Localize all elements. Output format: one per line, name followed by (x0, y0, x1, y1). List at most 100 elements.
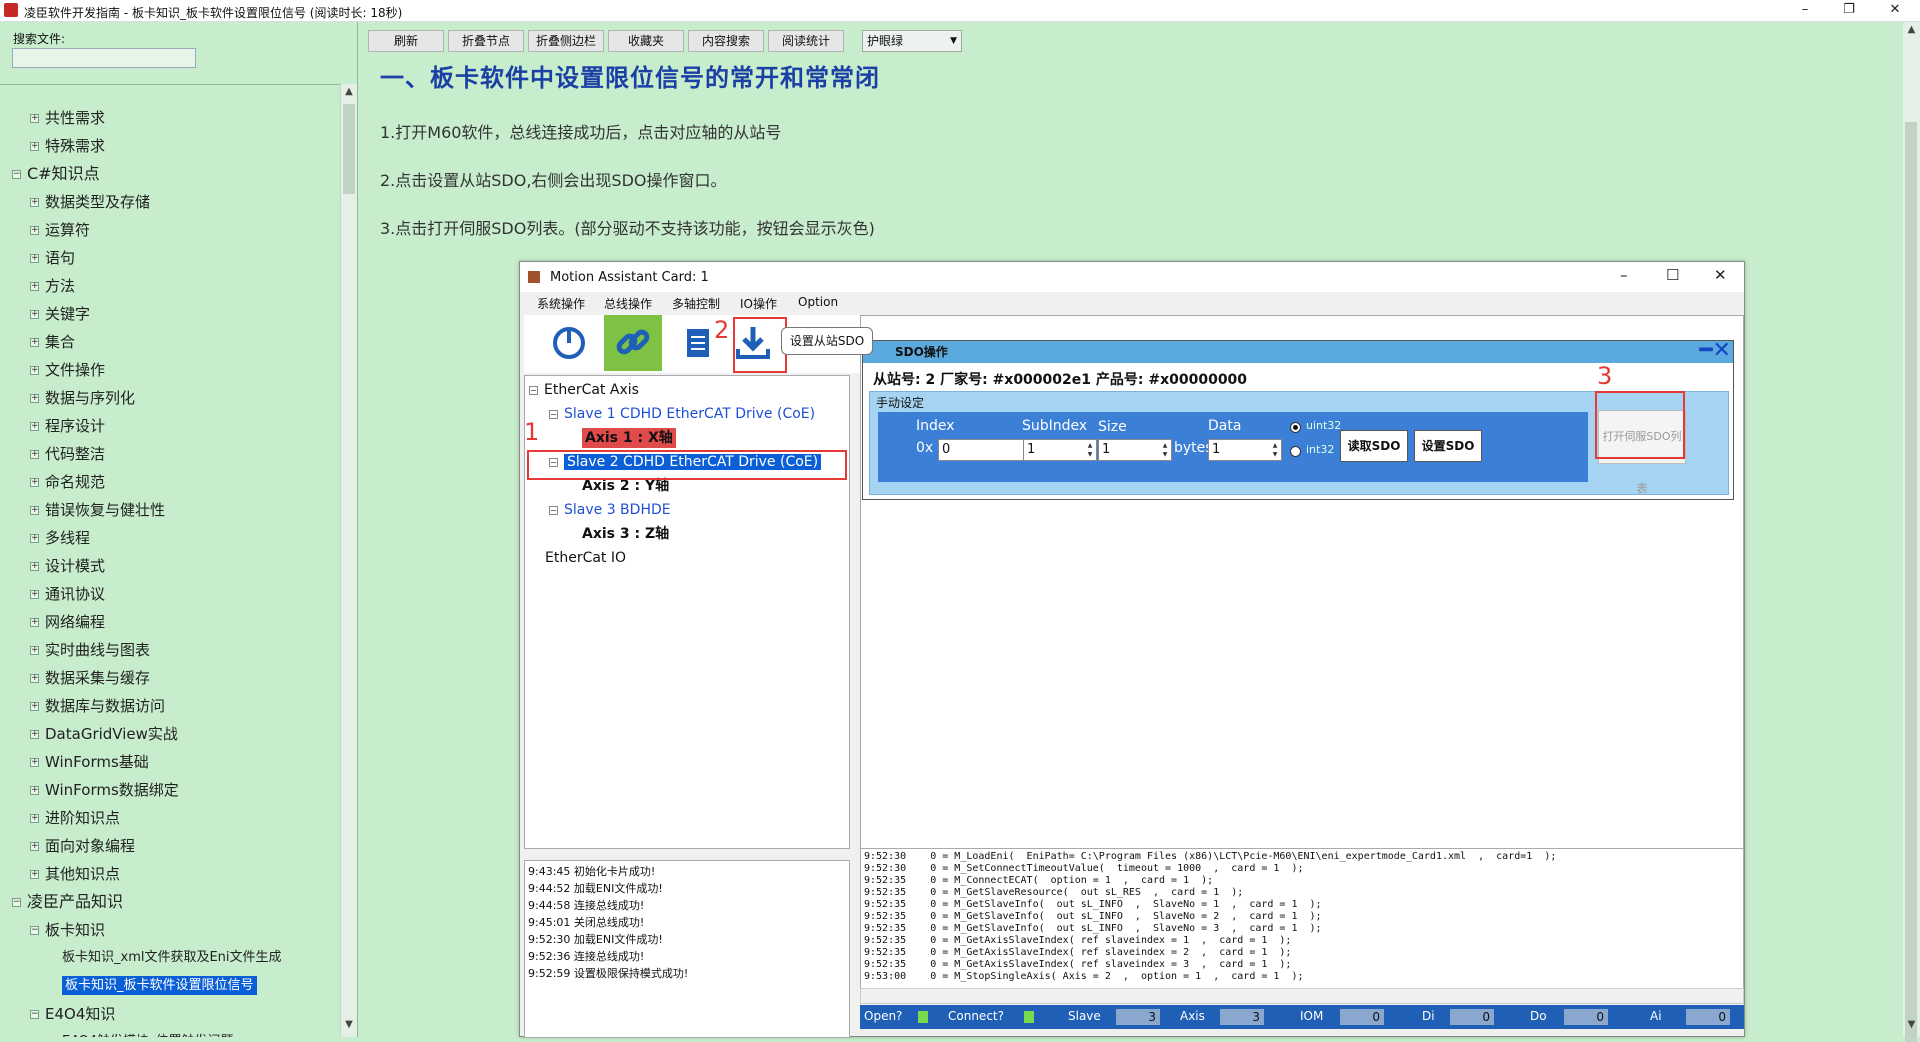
tree-item[interactable]: + 面向对象编程 (30, 833, 135, 859)
menu-item: IO操作 (740, 297, 777, 311)
expand-icon[interactable]: + (30, 562, 39, 571)
marker-label: 1 (524, 418, 540, 446)
tree-item[interactable]: + 通讯协议 (30, 581, 105, 607)
tree-item[interactable]: + 命名规范 (30, 469, 105, 495)
tree-item[interactable]: − 凌臣产品知识 (12, 889, 123, 915)
scroll-up-arrow-icon[interactable]: ▲ (1903, 24, 1920, 40)
tree-item[interactable]: − 板卡知识 (30, 917, 105, 943)
scroll-down-arrow-icon[interactable]: ▼ (341, 1019, 357, 1035)
tree-item[interactable]: + 共性需求 (30, 105, 105, 131)
reading-stats-button[interactable]: 阅读统计 (768, 30, 844, 52)
scroll-thumb[interactable] (343, 104, 355, 194)
tree-item[interactable]: + 运算符 (30, 217, 90, 243)
tree-item-label: 进阶知识点 (45, 809, 121, 827)
content-search-button[interactable]: 内容搜索 (688, 30, 764, 52)
favorites-button[interactable]: 收藏夹 (608, 30, 684, 52)
tree-item[interactable]: + 文件操作 (30, 357, 105, 383)
tree-item[interactable]: + 网络编程 (30, 609, 105, 635)
expand-icon[interactable]: + (30, 282, 39, 291)
collapse-nodes-button[interactable]: 折叠节点 (448, 30, 524, 52)
restore-button[interactable]: ❐ (1826, 0, 1872, 22)
expand-icon[interactable]: + (30, 842, 39, 851)
collapse-sidebar-button[interactable]: 折叠侧边栏 (528, 30, 604, 52)
tree-item-label: E4O4知识 (45, 1005, 116, 1023)
close-button[interactable]: ✕ (1872, 0, 1918, 22)
tree-item[interactable]: + 代码整洁 (30, 441, 105, 467)
status-label: Slave (1068, 1009, 1101, 1023)
tree-item[interactable]: E4O4触发模块_位置触发问题 (62, 1029, 234, 1037)
collapse-icon[interactable]: − (12, 898, 21, 907)
tree-node: EtherCat IO (545, 550, 627, 566)
data-field: 1 ▲ ▼ (1208, 439, 1282, 461)
expand-icon[interactable]: + (30, 702, 39, 711)
tree-item[interactable]: + 数据与序列化 (30, 385, 135, 411)
tree-item[interactable]: + 关键字 (30, 301, 90, 327)
tree-item[interactable]: − C#知识点 (12, 161, 100, 187)
expand-icon[interactable]: + (30, 394, 39, 403)
expand-icon[interactable]: + (30, 646, 39, 655)
tree-item[interactable]: + 数据库与数据访问 (30, 693, 165, 719)
tree-item[interactable]: + 特殊需求 (30, 133, 105, 159)
search-input[interactable] (12, 48, 196, 68)
tree-item[interactable]: + 方法 (30, 273, 75, 299)
expand-icon[interactable]: + (30, 142, 39, 151)
expand-icon[interactable]: + (30, 786, 39, 795)
collapse-icon[interactable]: − (30, 926, 39, 935)
tree-item[interactable]: + 程序设计 (30, 413, 105, 439)
tree-item[interactable]: + 集合 (30, 329, 75, 355)
tree-node: − Slave 3 BDHDE (549, 502, 671, 518)
screenshot-api-log: 9:52:30 0 = M_LoadEni( EniPath= C:\Progr… (860, 848, 1744, 998)
tree-item[interactable]: + 其他知识点 (30, 861, 120, 887)
tree-item-label: 文件操作 (45, 361, 106, 379)
tree-item[interactable]: + DataGridView实战 (30, 721, 178, 747)
expand-icon[interactable]: + (30, 450, 39, 459)
tree-item[interactable]: + 设计模式 (30, 553, 105, 579)
tree-item[interactable]: + 语句 (30, 245, 75, 271)
refresh-button[interactable]: 刷新 (368, 30, 444, 52)
minimize-button[interactable]: – (1782, 0, 1828, 22)
scroll-thumb[interactable] (1905, 122, 1917, 1042)
expand-icon[interactable]: + (30, 338, 39, 347)
theme-select[interactable]: 护眼绿 ▼ (862, 30, 962, 52)
sidebar-scrollbar[interactable]: ▲ ▼ (340, 84, 357, 1037)
close-icon: ✕ (1714, 266, 1727, 284)
tree-item[interactable]: 板卡知识_板卡软件设置限位信号 (62, 973, 257, 999)
expand-icon[interactable]: + (30, 590, 39, 599)
expand-icon[interactable]: + (30, 226, 39, 235)
tree-item[interactable]: − E4O4知识 (30, 1001, 115, 1027)
scroll-up-arrow-icon[interactable]: ▲ (341, 86, 357, 102)
expand-icon[interactable]: + (30, 870, 39, 879)
expand-icon[interactable]: + (30, 254, 39, 263)
expand-icon[interactable]: + (30, 478, 39, 487)
collapse-icon[interactable]: − (12, 170, 21, 179)
tree-item[interactable]: + 进阶知识点 (30, 805, 120, 831)
expand-icon[interactable]: + (30, 198, 39, 207)
expand-icon[interactable]: + (30, 114, 39, 123)
group-label: 手动设定 (876, 396, 925, 410)
tree-item[interactable]: + 多线程 (30, 525, 90, 551)
tree-item-label: WinForms数据绑定 (45, 781, 179, 799)
tree-item[interactable]: + 数据采集与缓存 (30, 665, 150, 691)
expand-icon[interactable]: + (30, 730, 39, 739)
expand-icon[interactable]: + (30, 674, 39, 683)
highlight-box (1595, 391, 1685, 459)
expand-icon[interactable]: + (30, 618, 39, 627)
scroll-down-arrow-icon[interactable]: ▼ (1903, 1019, 1920, 1035)
tree-item[interactable]: + 实时曲线与图表 (30, 637, 150, 663)
tree-item[interactable]: + WinForms数据绑定 (30, 777, 179, 803)
index-field: 0 (938, 439, 1026, 461)
expand-icon[interactable]: + (30, 310, 39, 319)
tree-item[interactable]: 板卡知识_xml文件获取及Eni文件生成 (62, 945, 282, 971)
tree-item[interactable]: + 数据类型及存储 (30, 189, 150, 215)
tree-item[interactable]: + 错误恢复与健壮性 (30, 497, 165, 523)
expand-icon[interactable]: + (30, 758, 39, 767)
expand-icon[interactable]: + (30, 814, 39, 823)
tree-item[interactable]: + WinForms基础 (30, 749, 149, 775)
expand-icon[interactable]: + (30, 366, 39, 375)
expand-icon[interactable]: + (30, 534, 39, 543)
bytes-label: bytes (1174, 440, 1213, 456)
collapse-icon[interactable]: − (30, 1010, 39, 1019)
expand-icon[interactable]: + (30, 506, 39, 515)
expand-icon[interactable]: + (30, 422, 39, 431)
content-scrollbar[interactable]: ▲ ▼ (1903, 22, 1920, 1042)
